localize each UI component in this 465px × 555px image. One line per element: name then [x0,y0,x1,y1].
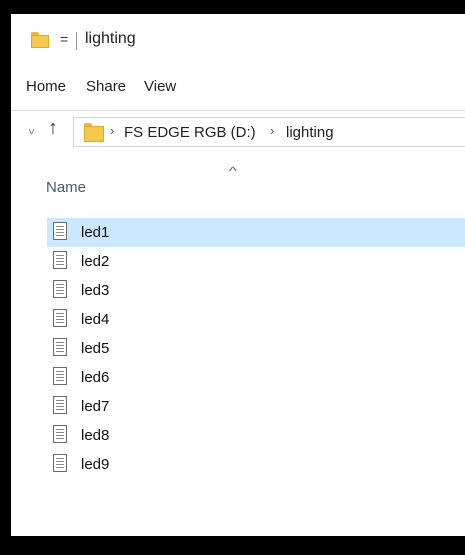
address-bar[interactable]: › FS EDGE RGB (D:) › lighting [73,117,465,147]
file-name: led9 [81,456,110,473]
ribbon-divider [11,110,465,111]
file-name: led6 [81,369,110,386]
list-item[interactable]: led8 [47,421,465,450]
file-name: led8 [81,427,110,444]
text-file-icon [53,396,67,414]
text-file-icon [53,309,67,327]
list-item[interactable]: led9 [47,450,465,479]
title-separator [76,32,77,50]
file-name: led3 [81,282,110,299]
breadcrumb-drive[interactable]: FS EDGE RGB (D:) [124,124,256,141]
title-bar: = lighting [11,14,465,52]
ribbon-tabs: Home Share View [11,74,465,100]
chevron-right-icon[interactable]: › [270,123,274,138]
tab-home[interactable]: Home [26,78,66,95]
text-file-icon [53,425,67,443]
window-title: lighting [85,30,136,47]
file-name: led5 [81,340,110,357]
text-file-icon [53,222,67,240]
text-file-icon [53,338,67,356]
list-item[interactable]: led3 [47,276,465,305]
file-name: led7 [81,398,110,415]
file-name: led1 [81,224,110,241]
tab-view[interactable]: View [144,78,176,95]
breadcrumb-folder[interactable]: lighting [286,124,334,141]
up-arrow-icon[interactable]: ↑ [48,117,58,140]
text-file-icon [53,454,67,472]
list-item[interactable]: led4 [47,305,465,334]
chevron-right-icon[interactable]: › [110,123,114,138]
list-item[interactable]: led6 [47,363,465,392]
column-header-name[interactable]: Name [46,179,86,196]
list-item[interactable]: led5 [47,334,465,363]
list-item[interactable]: led2 [47,247,465,276]
text-file-icon [53,280,67,298]
list-item[interactable]: led1 [47,218,465,247]
folder-icon [31,32,49,48]
file-name: led2 [81,253,110,270]
text-file-icon [53,367,67,385]
navigation-bar: ˅ ↑ › FS EDGE RGB (D:) › lighting [11,115,465,151]
sort-ascending-icon: ^ [228,164,237,178]
file-list: led1 led2 led3 led4 led5 led6 led7 led8 [47,218,465,479]
recent-locations-icon[interactable]: ˅ [28,125,35,139]
quick-access-dropdown-icon[interactable]: = [60,31,68,47]
tab-share[interactable]: Share [86,78,126,95]
folder-icon [84,123,104,142]
text-file-icon [53,251,67,269]
list-item[interactable]: led7 [47,392,465,421]
explorer-window: = lighting Home Share View ˅ ↑ › FS EDGE… [8,14,465,539]
file-name: led4 [81,311,110,328]
